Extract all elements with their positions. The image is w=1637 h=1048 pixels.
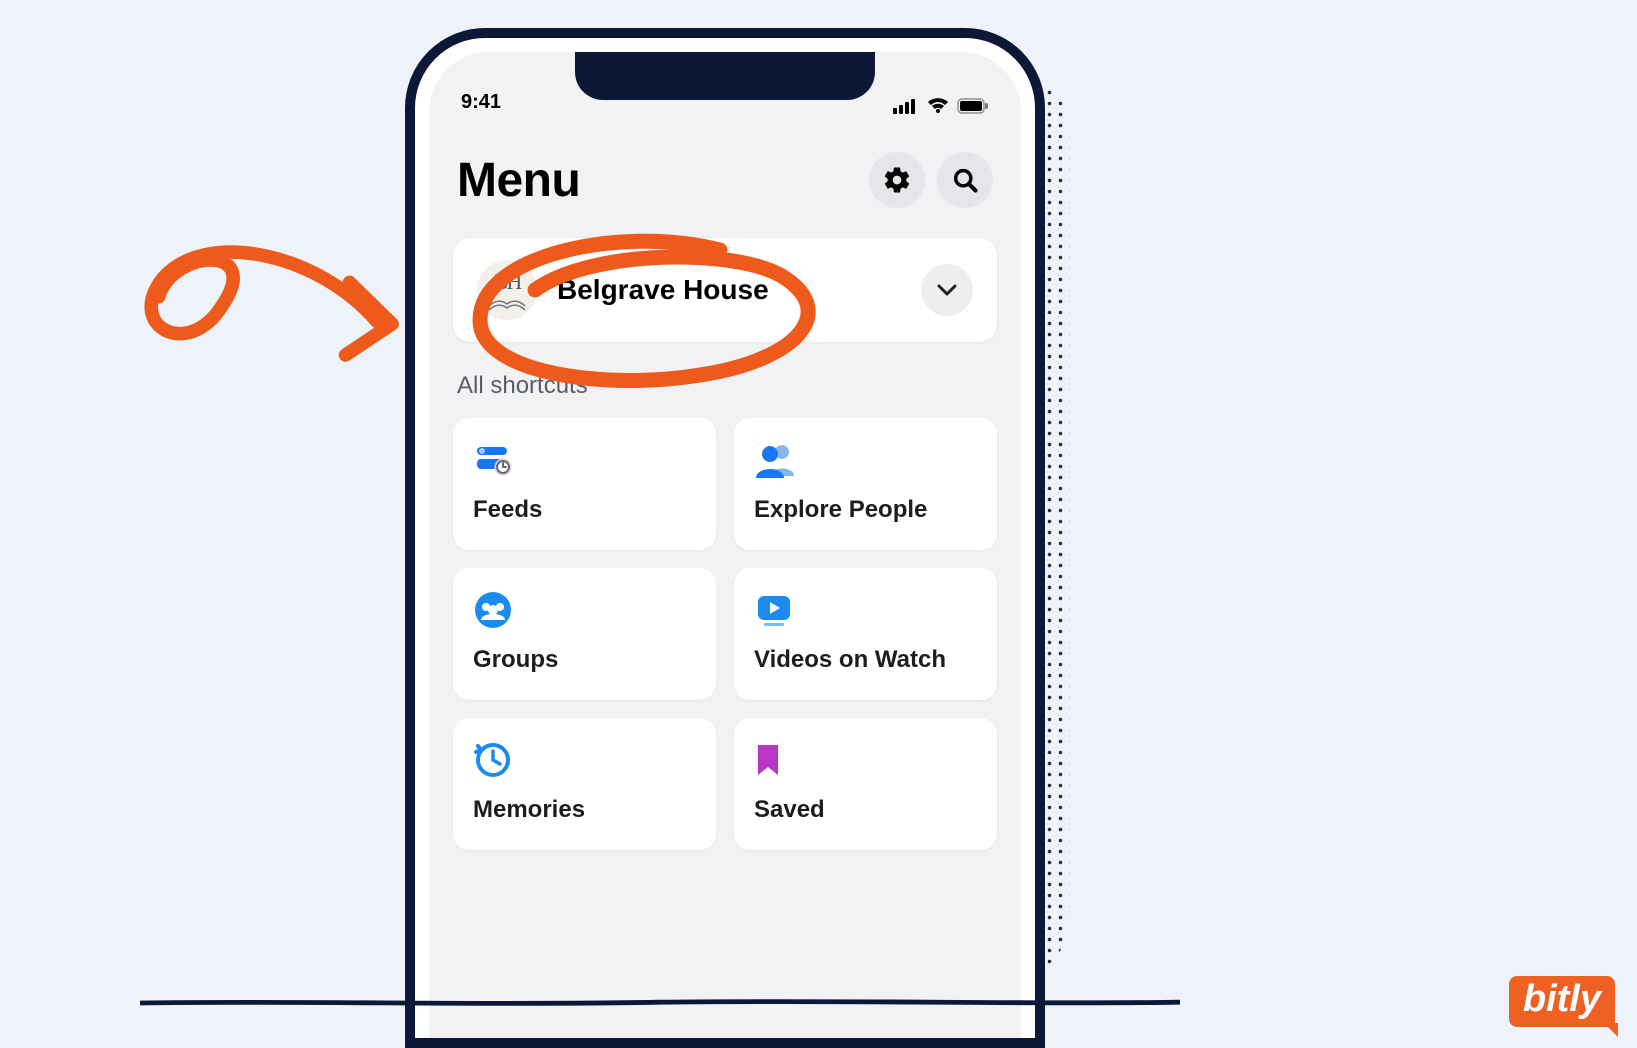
tile-label: Videos on Watch bbox=[754, 646, 977, 674]
wifi-icon bbox=[927, 98, 949, 114]
status-time: 9:41 bbox=[461, 91, 501, 114]
gear-icon bbox=[882, 165, 912, 195]
bookmark-icon bbox=[754, 741, 782, 779]
search-icon bbox=[951, 166, 979, 194]
tile-memories[interactable]: Memories bbox=[453, 718, 716, 850]
menu-header: Menu bbox=[429, 114, 1021, 238]
account-name: Belgrave House bbox=[557, 274, 769, 306]
tile-label: Groups bbox=[473, 646, 696, 674]
chevron-down-icon bbox=[937, 284, 957, 296]
battery-icon bbox=[957, 98, 989, 114]
feeds-icon bbox=[473, 439, 515, 481]
tile-label: Explore People bbox=[754, 496, 977, 524]
shortcuts-grid: Feeds Explore People bbox=[429, 418, 1021, 850]
tile-groups[interactable]: Groups bbox=[453, 568, 716, 700]
avatar-initials: BH bbox=[494, 269, 521, 295]
account-expand-button[interactable] bbox=[921, 264, 973, 316]
people-icon bbox=[754, 440, 798, 480]
ground-line bbox=[140, 999, 1180, 1007]
bitly-badge: bitly bbox=[1509, 976, 1615, 1027]
tile-videos-watch[interactable]: Videos on Watch bbox=[734, 568, 997, 700]
tile-explore-people[interactable]: Explore People bbox=[734, 418, 997, 550]
avatar: BH bbox=[477, 260, 537, 320]
tile-label: Saved bbox=[754, 796, 977, 824]
annotation-arrow bbox=[115, 200, 425, 481]
page-title: Menu bbox=[457, 153, 580, 208]
section-label: All shortcuts bbox=[429, 342, 1021, 418]
memories-icon bbox=[473, 740, 513, 780]
video-icon bbox=[754, 590, 796, 630]
settings-button[interactable] bbox=[869, 152, 925, 208]
tile-feeds[interactable]: Feeds bbox=[453, 418, 716, 550]
phone-frame: 9:41 bbox=[405, 28, 1045, 1048]
bitly-text: bitly bbox=[1523, 978, 1601, 1020]
phone-screen: 9:41 bbox=[429, 52, 1021, 1038]
phone-notch bbox=[575, 52, 875, 100]
account-switcher[interactable]: BH Belgrave House bbox=[453, 238, 997, 342]
tile-label: Feeds bbox=[473, 496, 696, 524]
search-button[interactable] bbox=[937, 152, 993, 208]
groups-icon bbox=[473, 590, 513, 630]
tile-label: Memories bbox=[473, 796, 696, 824]
book-icon bbox=[487, 296, 527, 312]
signal-icon bbox=[893, 98, 919, 114]
tile-saved[interactable]: Saved bbox=[734, 718, 997, 850]
